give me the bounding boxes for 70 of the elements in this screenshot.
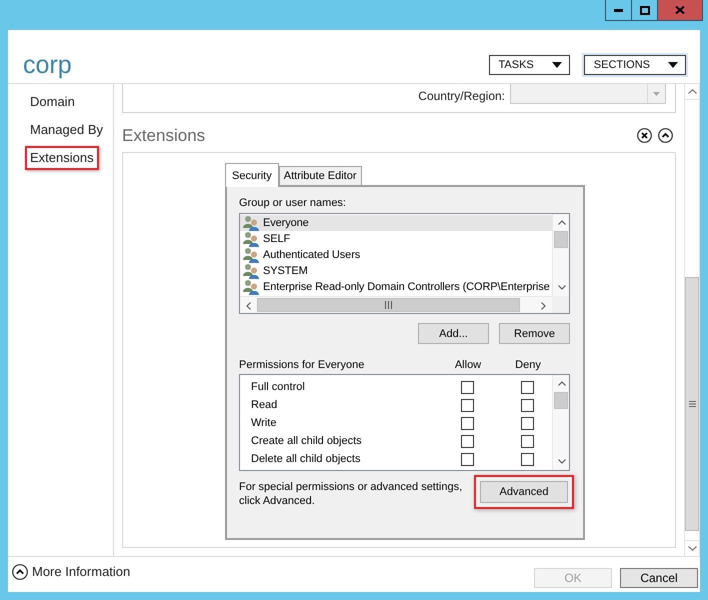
caret-icon	[653, 92, 660, 96]
list-action-button[interactable]: Add...	[418, 323, 489, 344]
country-label: Country/Region:	[418, 89, 505, 103]
chevron-down-icon	[558, 459, 566, 464]
grip-icon	[688, 401, 696, 407]
nav-link[interactable]: Managed By	[25, 118, 108, 142]
tab[interactable]: Attribute Editor	[278, 166, 362, 185]
close-icon[interactable]	[637, 128, 652, 143]
minimize-icon	[614, 8, 623, 12]
user-list-item[interactable]: SYSTEM	[240, 263, 552, 279]
allow-checkbox[interactable]	[461, 398, 474, 412]
group-label: Group or user names:	[239, 196, 347, 210]
grip-icon	[385, 301, 392, 309]
users-icon	[243, 279, 259, 295]
dialog-button[interactable]: Cancel	[620, 568, 698, 588]
chevron-up-icon	[558, 381, 566, 386]
permissions-label: Permissions for Everyone	[239, 358, 366, 372]
allow-checkbox[interactable]	[461, 434, 474, 448]
chevron-down-icon	[558, 285, 566, 290]
users-icon	[243, 263, 259, 279]
column-header: Allow	[454, 358, 482, 372]
permission-name: Read	[251, 399, 278, 411]
list-action-button[interactable]: Remove	[499, 323, 570, 344]
menu-button[interactable]: TASKS	[486, 53, 572, 77]
menu-button[interactable]: SECTIONS	[582, 53, 688, 77]
allow-checkbox[interactable]	[461, 380, 474, 394]
tab[interactable]: Security	[225, 163, 279, 187]
scrollbar-thumb[interactable]	[554, 392, 568, 409]
permission-name: Delete all child objects	[251, 453, 362, 465]
users-icon	[243, 231, 259, 247]
deny-checkbox[interactable]	[521, 398, 534, 412]
caret-icon	[668, 62, 678, 68]
minimize-button[interactable]	[605, 0, 632, 21]
close-button[interactable]	[657, 0, 703, 21]
permission-name: Write	[251, 417, 278, 429]
users-icon	[243, 247, 259, 263]
scrollbar-thumb[interactable]	[257, 298, 520, 312]
chevron-right-icon	[541, 302, 546, 310]
permission-name: Full control	[251, 381, 306, 393]
user-list-item[interactable]: Everyone	[240, 215, 552, 231]
nav-link[interactable]: Domain	[25, 90, 80, 114]
deny-checkbox[interactable]	[521, 380, 534, 394]
users-icon	[243, 215, 259, 231]
page-title: corp	[23, 50, 72, 80]
allow-checkbox[interactable]	[461, 452, 474, 466]
more-information-link[interactable]: More Information	[12, 564, 130, 580]
maximize-icon	[640, 6, 650, 14]
deny-checkbox[interactable]	[521, 416, 534, 430]
close-icon	[675, 6, 685, 14]
permission-name: Create all child objects	[251, 435, 363, 447]
section-title: Extensions	[122, 126, 206, 146]
scrollbar-thumb[interactable]	[554, 231, 568, 248]
scrollbar-thumb[interactable]	[685, 277, 699, 531]
caret-icon	[552, 62, 562, 68]
nav-link[interactable]: Extensions	[25, 146, 99, 170]
chevron-up-icon	[558, 220, 566, 225]
deny-checkbox[interactable]	[521, 434, 534, 448]
collapse-icon[interactable]	[658, 128, 673, 143]
column-header: Deny	[514, 358, 542, 372]
user-list-item[interactable]: SELF	[240, 231, 552, 247]
user-list-item[interactable]: Enterprise Read-only Domain Controllers (CORP\Enterprise	[240, 279, 552, 295]
chevron-up-circle-icon	[12, 564, 28, 580]
deny-checkbox[interactable]	[521, 452, 534, 466]
allow-checkbox[interactable]	[461, 416, 474, 430]
chevron-left-icon	[246, 302, 251, 310]
user-list-item[interactable]: Authenticated Users	[240, 247, 552, 263]
chevron-down-icon	[688, 546, 696, 551]
advanced-note: For special permissions or advanced settings, click Advanced.	[239, 480, 464, 508]
advanced-button[interactable]: Advanced	[480, 481, 568, 503]
chevron-up-icon	[688, 89, 696, 94]
